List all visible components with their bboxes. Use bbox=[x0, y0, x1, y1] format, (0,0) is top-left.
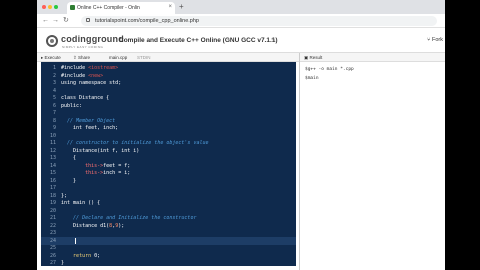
code-line[interactable]: 27} bbox=[41, 259, 296, 266]
share-label: Share bbox=[78, 55, 91, 60]
minimize-window-icon[interactable] bbox=[48, 5, 52, 9]
close-window-icon[interactable] bbox=[42, 5, 46, 9]
url-text: tutorialspoint.com/compile_cpp_online.ph… bbox=[95, 18, 199, 24]
result-panel: ▣ Result $g++ -o main *.cpp $main bbox=[299, 53, 445, 270]
close-tab-icon[interactable]: × bbox=[168, 4, 172, 10]
execute-button[interactable]: ▸ Execute bbox=[41, 54, 61, 61]
page-title: Compile and Execute C++ Online (GNU GCC … bbox=[119, 37, 278, 44]
edit-title-icon[interactable]: ✎ bbox=[271, 37, 276, 44]
reload-icon[interactable]: ↻ bbox=[63, 17, 69, 25]
result-line: $main bbox=[305, 76, 319, 81]
screen: Online C++ Compiler - Onlin × + ← → ↻ tu… bbox=[37, 0, 445, 270]
tab-stdin[interactable]: STDIN bbox=[137, 54, 151, 61]
fork-label: Fork bbox=[432, 37, 443, 43]
favicon-icon bbox=[70, 5, 75, 10]
logo-name[interactable]: codingground bbox=[61, 34, 124, 44]
site-header: codingground SIMPLY EASY CODING Compile … bbox=[37, 29, 445, 53]
browser-tab[interactable]: Online C++ Compiler - Onlin × bbox=[67, 2, 175, 14]
browser-tab-bar: Online C++ Compiler - Onlin × + bbox=[37, 0, 445, 14]
forward-icon[interactable]: → bbox=[52, 17, 59, 25]
result-header: ▣ Result bbox=[300, 53, 445, 62]
url-input[interactable]: tutorialspoint.com/compile_cpp_online.ph… bbox=[81, 16, 437, 26]
back-icon[interactable]: ← bbox=[42, 17, 49, 25]
execute-label: Execute bbox=[44, 55, 61, 60]
fork-button[interactable]: ⑂ Fork bbox=[427, 37, 443, 43]
address-bar-row: ← → ↻ tutorialspoint.com/compile_cpp_onl… bbox=[37, 14, 445, 28]
lock-icon bbox=[86, 18, 90, 22]
tab-main-cpp[interactable]: main.cpp bbox=[109, 54, 127, 61]
codingground-logo-icon[interactable] bbox=[46, 35, 58, 47]
code-text: } bbox=[61, 260, 65, 266]
share-button[interactable]: ⇪ Share bbox=[73, 54, 90, 61]
line-number: 27 bbox=[49, 260, 56, 266]
text-cursor bbox=[75, 237, 76, 244]
result-title: Result bbox=[309, 55, 323, 60]
new-tab-button[interactable]: + bbox=[179, 2, 184, 11]
maximize-window-icon[interactable] bbox=[54, 5, 58, 9]
tab-title: Online C++ Compiler - Onlin bbox=[77, 5, 140, 11]
result-line: $g++ -o main *.cpp bbox=[305, 67, 354, 72]
logo-tagline: SIMPLY EASY CODING bbox=[62, 45, 104, 49]
code-editor[interactable]: 1 #include <iostream> 2 #include <new> 3 usin… bbox=[41, 62, 296, 266]
